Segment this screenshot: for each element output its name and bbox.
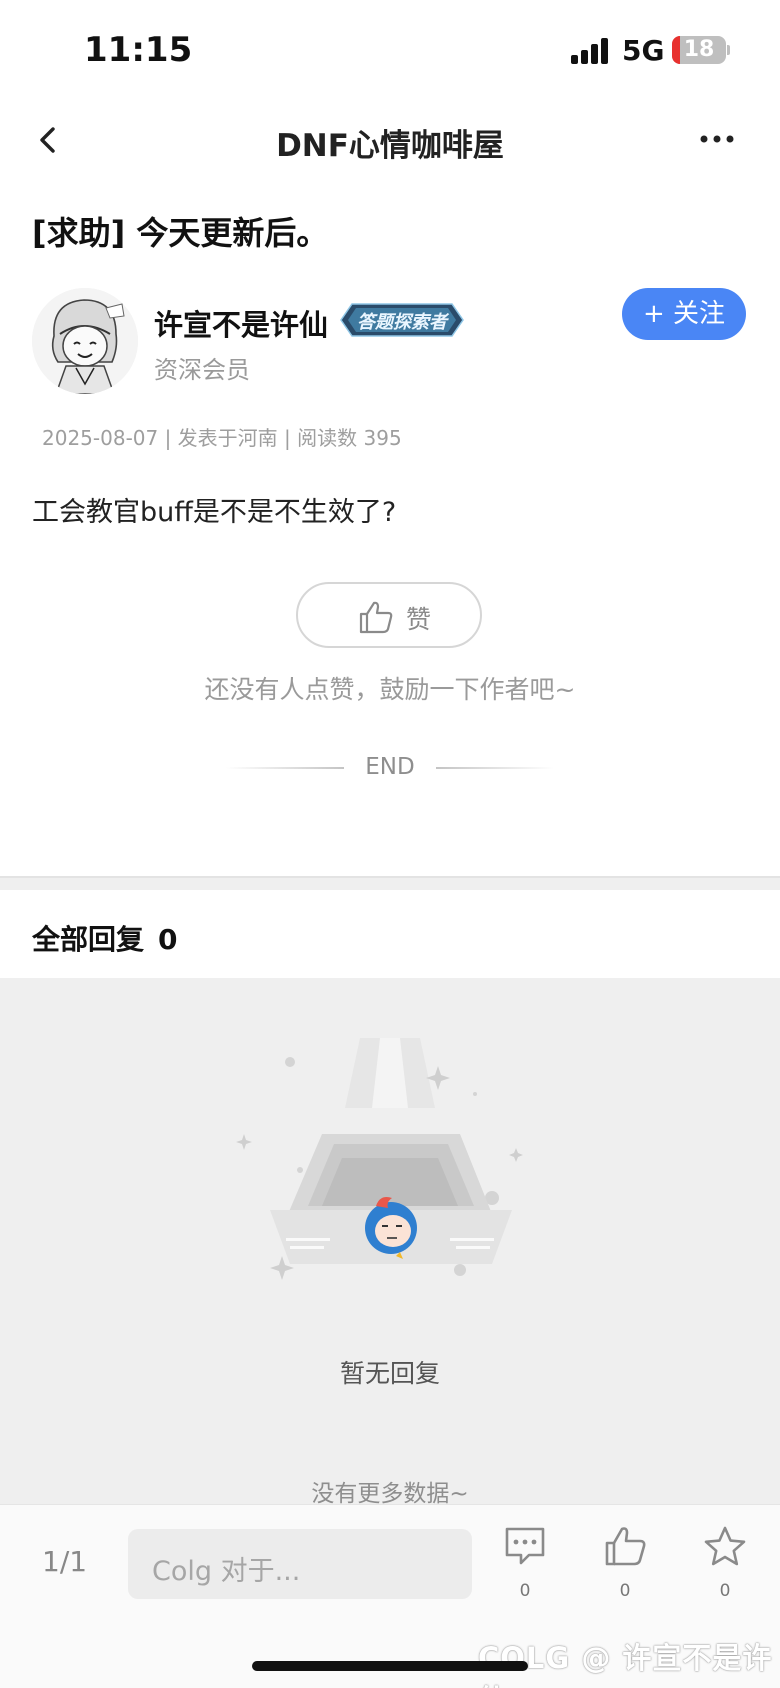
empty-box-illustration: [236, 1038, 523, 1280]
page-indicator[interactable]: 1/1: [42, 1545, 87, 1578]
like-action[interactable]: 0: [598, 1525, 652, 1605]
favorite-count: 0: [719, 1581, 731, 1601]
bottom-bar: 1/1 Colg 对于... 0 0 0 COLG @ 许宣不是许仙: [0, 1504, 780, 1688]
section-divider: [0, 876, 780, 890]
network-label: 5G: [622, 34, 665, 67]
home-indicator: [252, 1661, 528, 1671]
thumb-up-icon: [359, 601, 393, 634]
comment-action[interactable]: 0: [498, 1525, 552, 1605]
follow-button[interactable]: + 关注: [622, 288, 746, 340]
battery-level: 18: [683, 37, 715, 62]
replies-title: 全部回复: [32, 923, 145, 956]
post-title: [求助] 今天更新后。: [32, 214, 329, 252]
replies-header: 全部回复 0: [32, 918, 178, 958]
author-name[interactable]: 许宣不是许仙: [154, 302, 328, 344]
comment-count: 0: [519, 1581, 531, 1601]
like-hint: 还没有人点赞，鼓励一下作者吧~: [204, 675, 576, 704]
avatar[interactable]: [32, 288, 138, 394]
empty-replies: 暂无回复 没有更多数据~: [0, 978, 780, 1507]
author-badge-label: 答题探索者: [357, 312, 447, 333]
like-button[interactable]: 赞: [296, 582, 482, 648]
reply-input[interactable]: Colg 对于...: [128, 1529, 472, 1599]
battery-icon: 18: [672, 36, 726, 64]
status-time: 11:15: [84, 30, 193, 70]
empty-replies-text: 暂无回复: [339, 1359, 440, 1388]
thumb-up-icon: [605, 1527, 646, 1566]
end-label: END: [365, 754, 415, 780]
page-title: DNF心情咖啡屋: [276, 128, 504, 164]
reply-input-placeholder: Colg 对于...: [152, 1556, 301, 1587]
replies-count: 0: [158, 923, 178, 956]
star-icon: [704, 1526, 746, 1566]
signal-icon: [571, 36, 611, 64]
battery-tip: [727, 45, 730, 55]
more-icon[interactable]: [698, 124, 738, 154]
no-more-data: 没有更多数据~: [311, 1481, 469, 1507]
author-badge: 答题探索者: [340, 303, 464, 337]
nav-bar: DNF心情咖啡屋: [0, 100, 780, 180]
status-bar: 11:15 5G 18: [0, 0, 780, 100]
like-count: 0: [619, 1581, 631, 1601]
post-content: 工会教官buff是不是不生效了?: [32, 497, 397, 528]
post-meta: 2025-08-07 | 发表于河南 | 阅读数 395: [42, 426, 402, 450]
like-label: 赞: [406, 605, 432, 634]
author-level: 资深会员: [154, 356, 250, 384]
favorite-action[interactable]: 0: [698, 1525, 752, 1605]
end-divider-right: [436, 767, 554, 769]
comment-icon: [505, 1527, 545, 1565]
